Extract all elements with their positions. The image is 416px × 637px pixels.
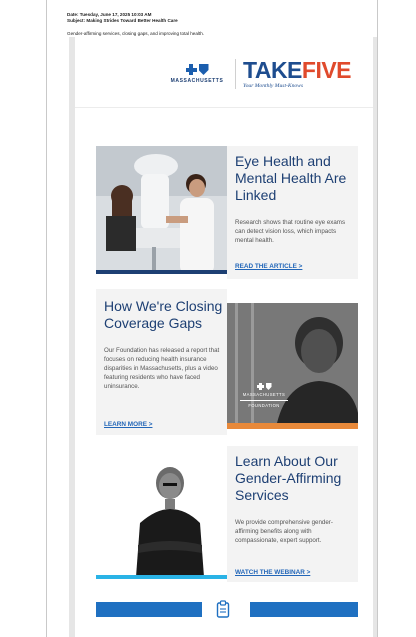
- article-1-stripe: [96, 270, 227, 274]
- takefive-five: FIVE: [301, 57, 352, 83]
- foundation-cross-icon: [256, 383, 264, 390]
- article-3-title: Learn About Our Gender-Affirming Service…: [235, 453, 342, 503]
- blue-shield-icon: [198, 64, 209, 75]
- foundation-logo: MASSACHUSETTS FOUNDATION: [234, 383, 294, 408]
- article-2-body: Our Foundation has released a report tha…: [104, 347, 220, 390]
- article-2-stripe: [227, 423, 358, 429]
- foundation-label: FOUNDATION: [248, 403, 280, 408]
- article-1-title: Eye Health and Mental Health Are Linked: [235, 153, 347, 203]
- email-frame: MASSACHUSETTS TAKEFIVE Your Monthly Must…: [69, 37, 377, 637]
- article-2-title: How We're Closing Coverage Gaps: [104, 298, 223, 331]
- takefive-tagline: Your Monthly Must-Knows: [243, 83, 304, 89]
- learn-more-link[interactable]: LEARN MORE >: [104, 421, 152, 428]
- footer-button-left[interactable]: [96, 602, 202, 617]
- article-2-card: How We're Closing Coverage Gaps Our Foun…: [96, 289, 227, 435]
- read-article-link[interactable]: READ THE ARTICLE >: [235, 263, 302, 270]
- logo-divider: [235, 59, 236, 89]
- email-body: MASSACHUSETTS TAKEFIVE Your Monthly Must…: [75, 37, 373, 637]
- foundation-state: MASSACHUSETTS: [242, 392, 286, 397]
- email-meta: Date: Tuesday, June 17, 2025 10:03 AM Su…: [67, 12, 367, 37]
- article-1-body: Research shows that routine eye exams ca…: [235, 219, 346, 244]
- article-3-stripe: [96, 575, 227, 579]
- logo-bar: MASSACHUSETTS TAKEFIVE Your Monthly Must…: [75, 37, 373, 108]
- foundation-shield-icon: [265, 383, 272, 390]
- takefive-take: TAKE: [243, 57, 302, 83]
- clipboard-icon[interactable]: [216, 600, 230, 618]
- email-subject: Subject: Making Strides Toward Better He…: [67, 18, 178, 23]
- eye-exam-photo[interactable]: [96, 146, 227, 274]
- article-1-card: Eye Health and Mental Health Are Linked …: [227, 146, 358, 279]
- watch-webinar-link[interactable]: WATCH THE WEBINAR >: [235, 569, 310, 576]
- footer-button-right[interactable]: [250, 602, 358, 617]
- article-3-body: We provide comprehensive gender-affirmin…: [235, 519, 333, 544]
- blue-cross-icon: [185, 64, 197, 75]
- gender-affirming-photo[interactable]: [96, 453, 227, 577]
- takefive-logo: TAKEFIVE Your Monthly Must-Knows: [243, 57, 352, 90]
- article-3-card: Learn About Our Gender-Affirming Service…: [227, 446, 358, 582]
- bcbs-state-label: MASSACHUSETTS: [170, 78, 224, 84]
- foundation-photo[interactable]: MASSACHUSETTS FOUNDATION: [227, 303, 358, 423]
- email-page: Date: Tuesday, June 17, 2025 10:03 AM Su…: [46, 0, 378, 637]
- bcbs-logo[interactable]: MASSACHUSETTS: [167, 64, 227, 84]
